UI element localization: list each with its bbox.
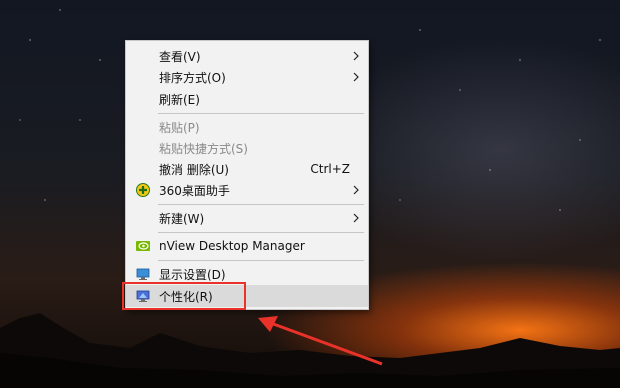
- chevron-right-icon: [353, 213, 359, 223]
- menu-item-label: 刷新(E): [159, 92, 200, 107]
- menu-item-label: 粘贴(P): [159, 120, 200, 135]
- 360-assistant-icon: [136, 183, 150, 197]
- menu-item-new[interactable]: 新建(W): [126, 207, 368, 229]
- desktop-context-menu: 查看(V) 排序方式(O) 刷新(E) 粘贴(P) 粘贴快捷方式(S) 撤消 删…: [125, 40, 369, 310]
- menu-separator: [158, 260, 364, 261]
- menu-separator: [158, 204, 364, 205]
- menu-item-label: nView Desktop Manager: [159, 239, 305, 253]
- chevron-right-icon: [353, 51, 359, 61]
- menu-item-label: 查看(V): [159, 49, 201, 64]
- chevron-right-icon: [353, 185, 359, 195]
- annotation-arrow-icon: [258, 316, 383, 366]
- menu-item-label: 360桌面助手: [159, 183, 230, 198]
- menu-item-undo-delete[interactable]: 撤消 删除(U) Ctrl+Z: [126, 158, 368, 180]
- menu-item-label: 排序方式(O): [159, 70, 226, 85]
- menu-item-label: 显示设置(D): [159, 267, 226, 282]
- menu-item-paste[interactable]: 粘贴(P): [126, 116, 368, 138]
- chevron-right-icon: [353, 72, 359, 82]
- menu-item-nview-desktop-manager[interactable]: nView Desktop Manager: [126, 235, 368, 257]
- nvidia-icon: [136, 241, 150, 251]
- menu-item-360-assistant[interactable]: 360桌面助手: [126, 179, 368, 201]
- menu-separator: [158, 113, 364, 114]
- menu-item-label: 新建(W): [159, 211, 205, 226]
- menu-item-refresh[interactable]: 刷新(E): [126, 88, 368, 110]
- annotation-highlight-box: [122, 282, 246, 310]
- menu-separator: [158, 232, 364, 233]
- menu-item-label: 撤消 删除(U): [159, 162, 229, 177]
- menu-item-view[interactable]: 查看(V): [126, 45, 368, 67]
- menu-item-sort-by[interactable]: 排序方式(O): [126, 66, 368, 88]
- menu-item-paste-shortcut[interactable]: 粘贴快捷方式(S): [126, 137, 368, 159]
- menu-item-shortcut: Ctrl+Z: [310, 162, 350, 176]
- menu-item-label: 粘贴快捷方式(S): [159, 141, 248, 156]
- display-settings-icon: [136, 268, 150, 280]
